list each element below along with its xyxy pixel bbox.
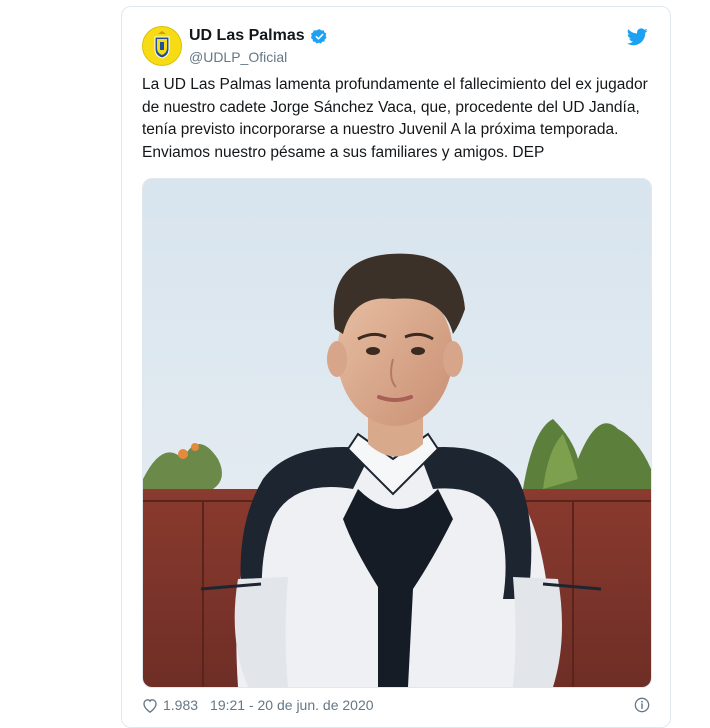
like-count[interactable]: 1.983 — [163, 697, 198, 713]
twitter-bird-icon[interactable] — [627, 28, 648, 46]
verified-badge-icon — [310, 28, 327, 44]
tweet-photo[interactable] — [142, 178, 652, 688]
display-name[interactable]: UD Las Palmas — [189, 27, 305, 45]
handle[interactable]: @UDLP_Oficial — [189, 49, 287, 65]
club-crest-icon — [143, 27, 181, 65]
tweet-card: UD Las Palmas @UDLP_Oficial La UD Las Pa… — [121, 6, 671, 728]
heart-icon[interactable] — [142, 698, 158, 713]
author-row: UD Las Palmas — [189, 27, 328, 45]
tweet-timestamp[interactable]: 19:21 - 20 de jun. de 2020 — [210, 697, 373, 713]
photo-image — [143, 179, 651, 687]
info-icon[interactable] — [634, 697, 650, 713]
tweet-text: La UD Las Palmas lamenta profundamente e… — [142, 76, 648, 161]
avatar[interactable] — [142, 26, 182, 66]
tweet-footer: 1.983 19:21 - 20 de jun. de 2020 — [142, 697, 374, 713]
